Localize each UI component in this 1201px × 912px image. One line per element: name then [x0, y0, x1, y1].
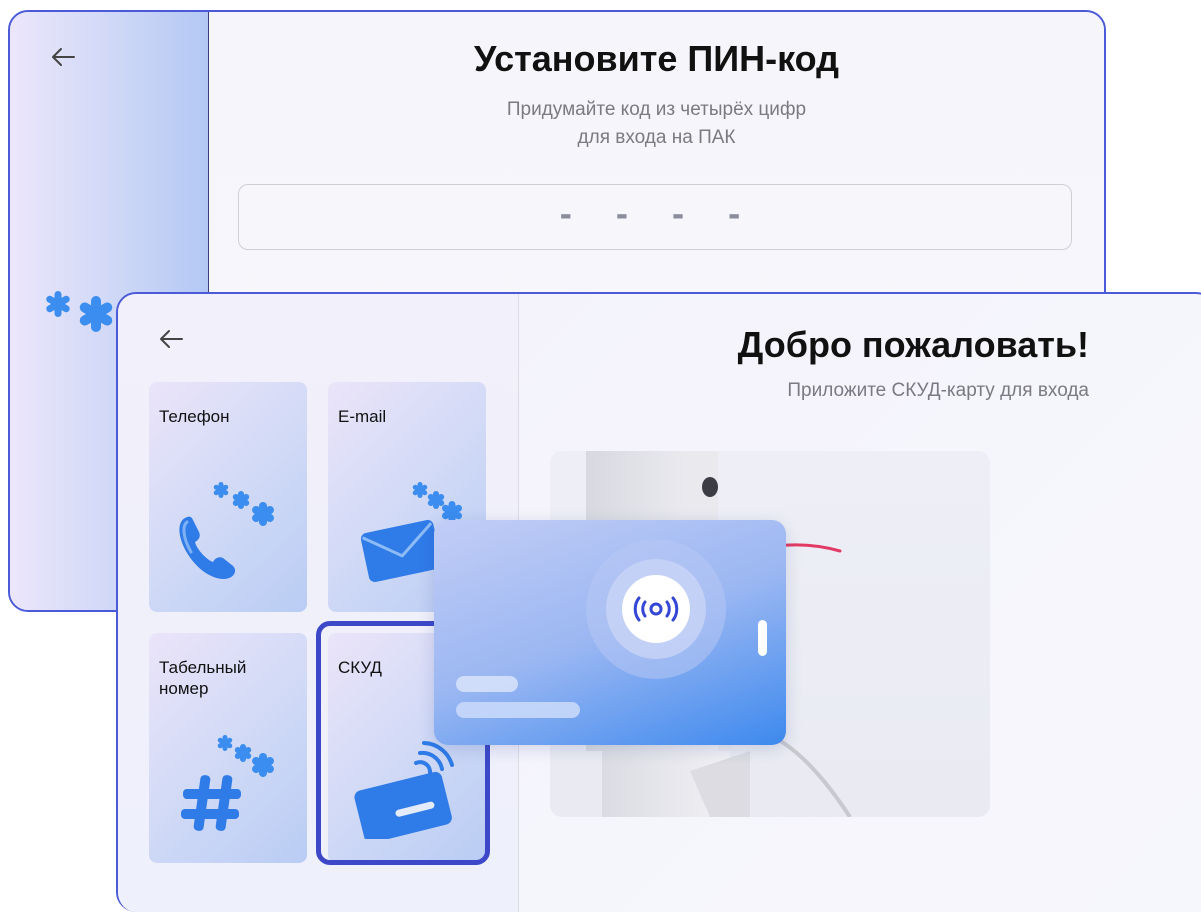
tile-label: Табельный номер: [159, 658, 247, 698]
page-title: Установите ПИН-код: [473, 38, 840, 79]
hash-icon: [181, 735, 274, 831]
welcome-title: Добро пожаловать!: [737, 324, 1089, 365]
tile-label: Телефон: [159, 407, 230, 426]
tile-label: E-mail: [338, 407, 387, 426]
login-method-tab-number[interactable]: Табельный номер: [149, 633, 307, 863]
tile-label: СКУД: [338, 658, 382, 677]
pin-input[interactable]: - - - -: [238, 184, 1072, 250]
phone-icon: [179, 482, 274, 580]
login-method-phone[interactable]: Телефон: [149, 382, 307, 612]
back-arrow-icon[interactable]: [156, 324, 186, 354]
welcome-subtitle: Приложите СКУД-карту для входа: [787, 380, 1089, 401]
pin-subtitle-line: Придумайте код из четырёх цифр: [506, 99, 807, 120]
back-arrow-icon[interactable]: [48, 42, 78, 72]
nfc-signal-icon: [456, 539, 767, 718]
pin-subtitle: Придумайте код из четырёх цифр для входа…: [209, 96, 1104, 152]
welcome-screen: Телефон E-mail Табельный номер СКУД Добр…: [116, 292, 1201, 912]
access-card-visual: [434, 520, 786, 745]
pin-subtitle-line: для входа на ПАК: [577, 127, 736, 148]
access-card-icon: [354, 741, 454, 839]
